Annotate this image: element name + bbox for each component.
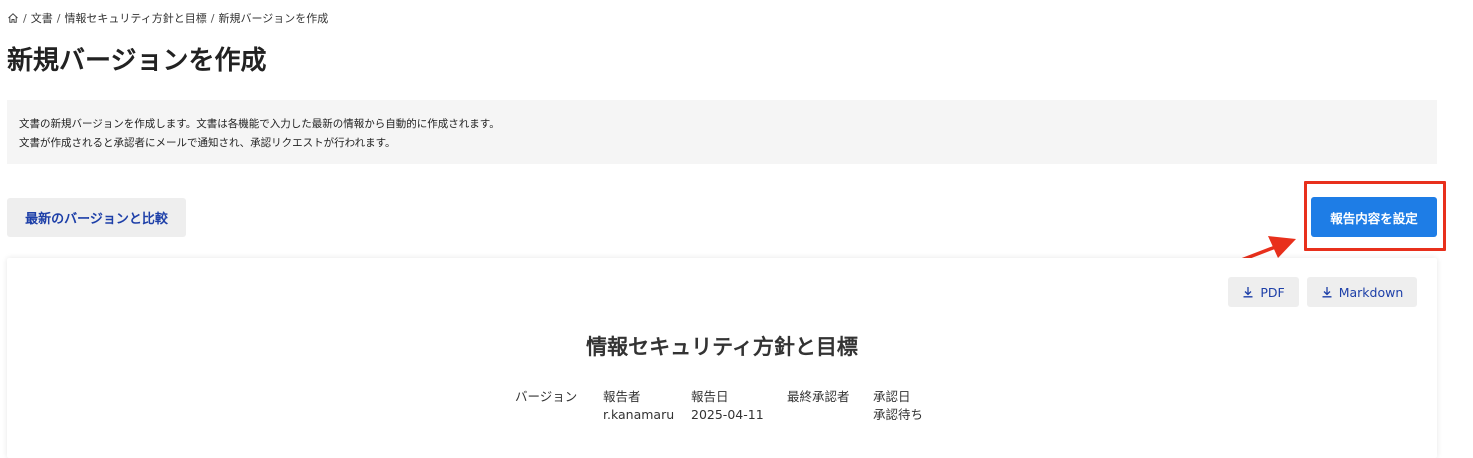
download-icon bbox=[1322, 287, 1332, 298]
document-preview-card: PDF Markdown 情報セキュリティ方針と目標 バージョン 報告者 r.k… bbox=[7, 258, 1437, 458]
breadcrumb: / 文書 / 情報セキュリティ方針と目標 / 新規バージョンを作成 bbox=[7, 10, 328, 26]
breadcrumb-separator: / bbox=[23, 11, 27, 25]
page-title: 新規バージョンを作成 bbox=[7, 46, 267, 76]
meta-approval-date: 承認日 承認待ち bbox=[873, 388, 923, 424]
download-icon bbox=[1243, 287, 1253, 298]
info-line: 文書が作成されると承認者にメールで通知され、承認リクエストが行われます。 bbox=[19, 137, 396, 149]
meta-value: 2025-04-11 bbox=[691, 407, 764, 422]
set-report-content-button[interactable]: 報告内容を設定 bbox=[1311, 197, 1437, 237]
download-markdown-button[interactable]: Markdown bbox=[1307, 277, 1417, 307]
meta-reporter: 報告者 r.kanamaru bbox=[603, 388, 674, 424]
meta-label: 最終承認者 bbox=[787, 389, 850, 404]
compare-latest-version-button[interactable]: 最新のバージョンと比較 bbox=[7, 198, 186, 237]
meta-label: 報告日 bbox=[691, 389, 729, 404]
info-box: 文書の新規バージョンを作成します。文書は各機能で入力した最新の情報から自動的に作… bbox=[7, 100, 1437, 164]
meta-version: バージョン bbox=[515, 388, 577, 406]
breadcrumb-item-current: 新規バージョンを作成 bbox=[218, 12, 329, 25]
download-markdown-label: Markdown bbox=[1338, 284, 1404, 300]
download-pdf-button[interactable]: PDF bbox=[1228, 277, 1299, 307]
meta-value: r.kanamaru bbox=[603, 407, 675, 422]
breadcrumb-separator: / bbox=[210, 11, 215, 25]
meta-final-approver: 最終承認者 bbox=[787, 388, 850, 406]
download-pdf-label: PDF bbox=[1260, 284, 1285, 300]
meta-label: バージョン bbox=[515, 389, 578, 404]
info-line: 文書の新規バージョンを作成します。文書は各機能で入力した最新の情報から自動的に作… bbox=[19, 118, 500, 130]
home-icon[interactable] bbox=[7, 12, 19, 24]
meta-report-date: 報告日 2025-04-11 bbox=[691, 388, 764, 424]
meta-value: 承認待ち bbox=[873, 407, 924, 422]
meta-label: 報告者 bbox=[603, 389, 641, 404]
breadcrumb-separator: / bbox=[56, 11, 61, 25]
document-title: 情報セキュリティ方針と目標 bbox=[586, 335, 858, 359]
breadcrumb-item-document[interactable]: 情報セキュリティ方針と目標 bbox=[64, 10, 206, 26]
meta-label: 承認日 bbox=[873, 389, 911, 404]
breadcrumb-item-documents[interactable]: 文書 bbox=[31, 10, 53, 26]
